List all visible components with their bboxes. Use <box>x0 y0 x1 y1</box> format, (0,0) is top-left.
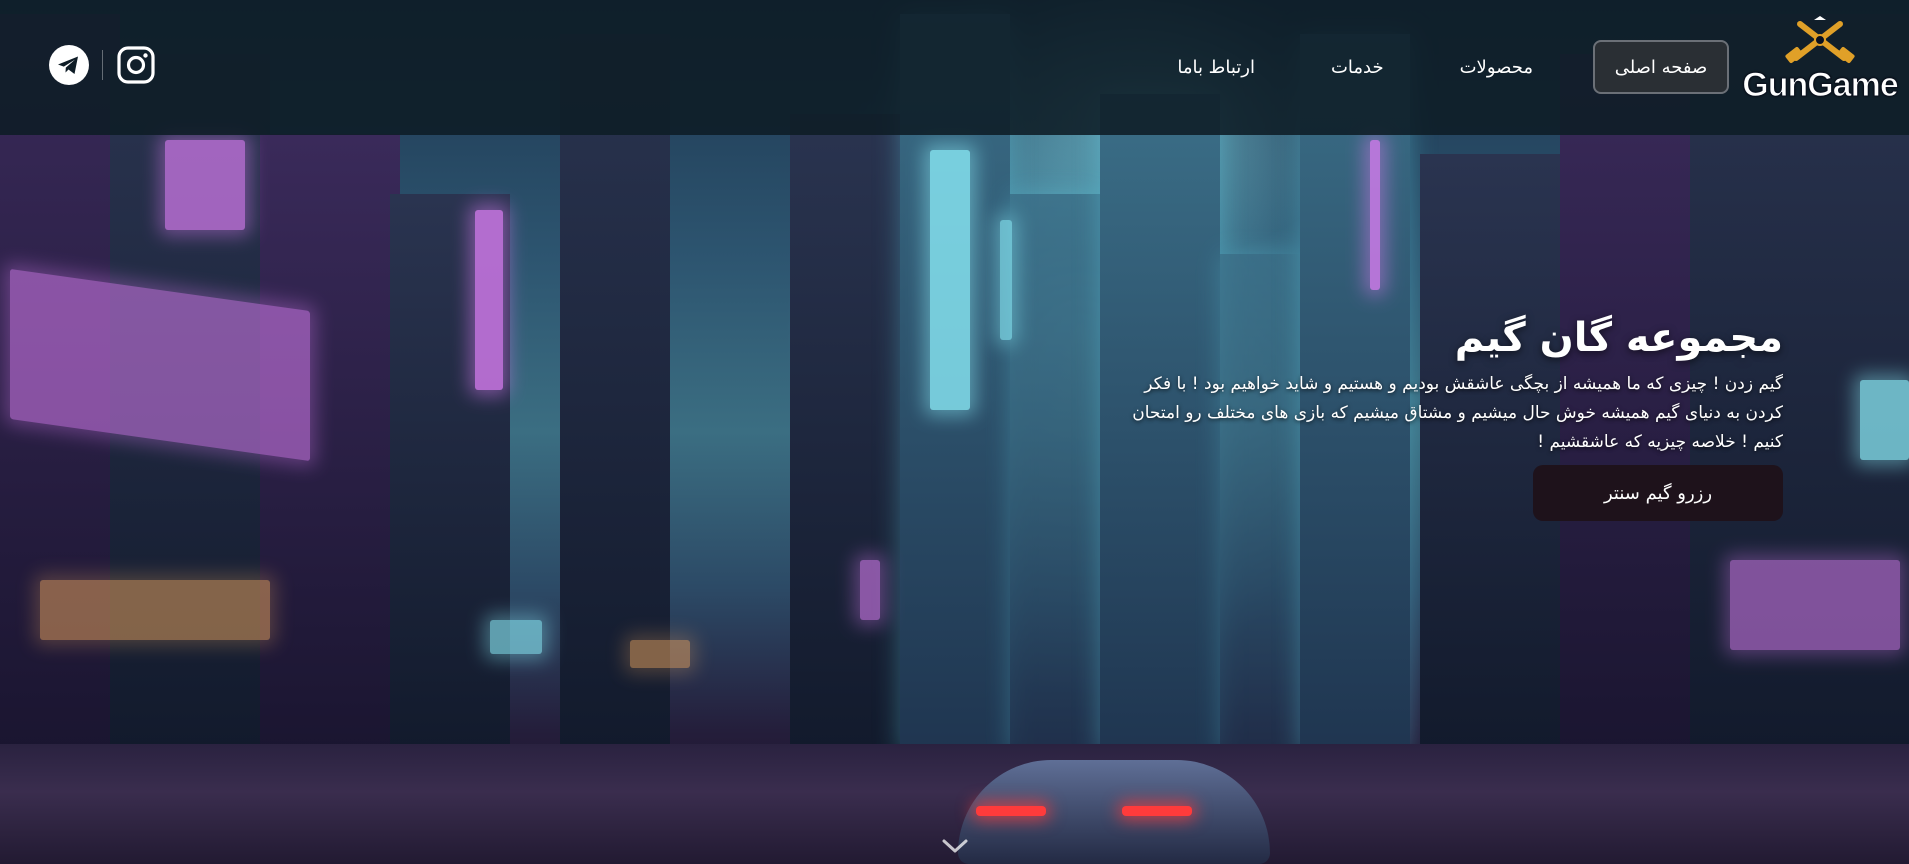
hero-section: مجموعه گان گیم گیم زدن ! چیزی که ما همیش… <box>1043 312 1783 521</box>
hero-description-line: کردن به دنیای گیم همیشه خوش حال میشیم و … <box>1132 403 1783 423</box>
chevron-down-icon[interactable] <box>940 836 970 856</box>
reserve-game-center-button[interactable]: رزرو گیم سنتر <box>1533 465 1783 521</box>
hero-title: مجموعه گان گیم <box>1454 315 1783 361</box>
nav-item-home[interactable]: صفحه اصلی <box>1593 40 1729 94</box>
social-divider <box>102 50 103 80</box>
top-navbar: GunGame صفحه اصلی محصولات خدمات ارتباط ب… <box>0 0 1909 135</box>
nav-item-services[interactable]: خدمات <box>1293 40 1422 94</box>
brand-logo[interactable]: GunGame <box>1742 16 1899 116</box>
telegram-icon[interactable] <box>48 44 90 86</box>
social-links <box>48 44 157 86</box>
hero-description-line: کنیم ! خلاصه چیزیه که عاشقشیم ! <box>1537 432 1783 452</box>
nav-item-contact[interactable]: ارتباط باما <box>1139 40 1293 94</box>
hero-description: گیم زدن ! چیزی که ما همیشه از بچگی عاشقش… <box>1043 370 1783 457</box>
nav-item-products[interactable]: محصولات <box>1422 40 1571 94</box>
hero-description-line: گیم زدن ! چیزی که ما همیشه از بچگی عاشقش… <box>1144 374 1783 394</box>
page: GunGame صفحه اصلی محصولات خدمات ارتباط ب… <box>0 0 1909 864</box>
instagram-icon[interactable] <box>115 44 157 86</box>
crossed-guns-icon <box>1785 16 1855 64</box>
main-navigation: صفحه اصلی محصولات خدمات ارتباط باما <box>1139 40 1729 94</box>
brand-logo-text: GunGame <box>1742 66 1899 104</box>
